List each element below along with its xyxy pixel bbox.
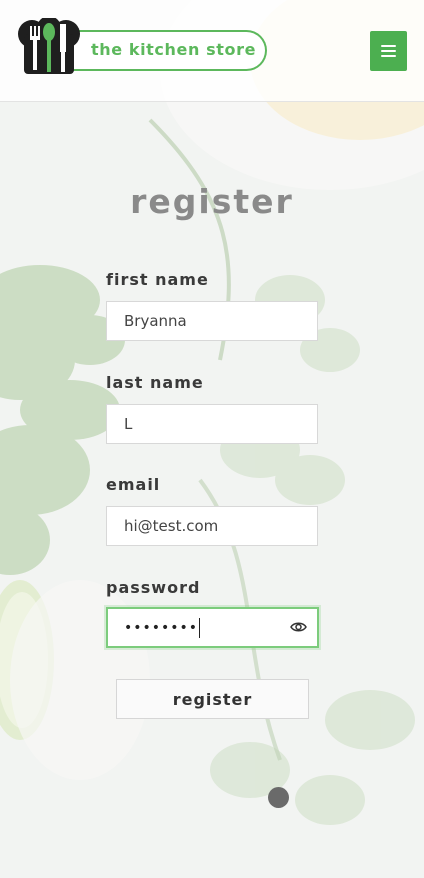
eye-icon[interactable] <box>290 621 307 633</box>
cursor-indicator <box>268 787 289 808</box>
first-name-value: Bryanna <box>124 312 187 330</box>
site-header: the kitchen store <box>0 0 424 102</box>
first-name-input[interactable]: Bryanna <box>106 301 318 341</box>
last-name-value: L <box>124 415 133 433</box>
text-caret <box>199 617 201 638</box>
first-name-label: first name <box>106 270 209 289</box>
email-input[interactable]: hi@test.com <box>106 506 318 546</box>
hamburger-icon <box>381 45 396 47</box>
last-name-label: last name <box>106 373 204 392</box>
menu-button[interactable] <box>370 31 407 71</box>
email-label: email <box>106 475 161 494</box>
register-button[interactable]: register <box>116 679 309 719</box>
page-title: register <box>130 182 294 221</box>
email-value: hi@test.com <box>124 517 219 535</box>
password-value: •••••••• <box>124 619 199 636</box>
last-name-input[interactable]: L <box>106 404 318 444</box>
password-label: password <box>106 578 201 597</box>
password-input[interactable]: •••••••• <box>106 607 319 648</box>
brand-name: the kitchen store <box>91 40 257 59</box>
chef-hat-utensils-icon <box>18 18 80 74</box>
brand-logo[interactable]: the kitchen store <box>16 18 268 76</box>
